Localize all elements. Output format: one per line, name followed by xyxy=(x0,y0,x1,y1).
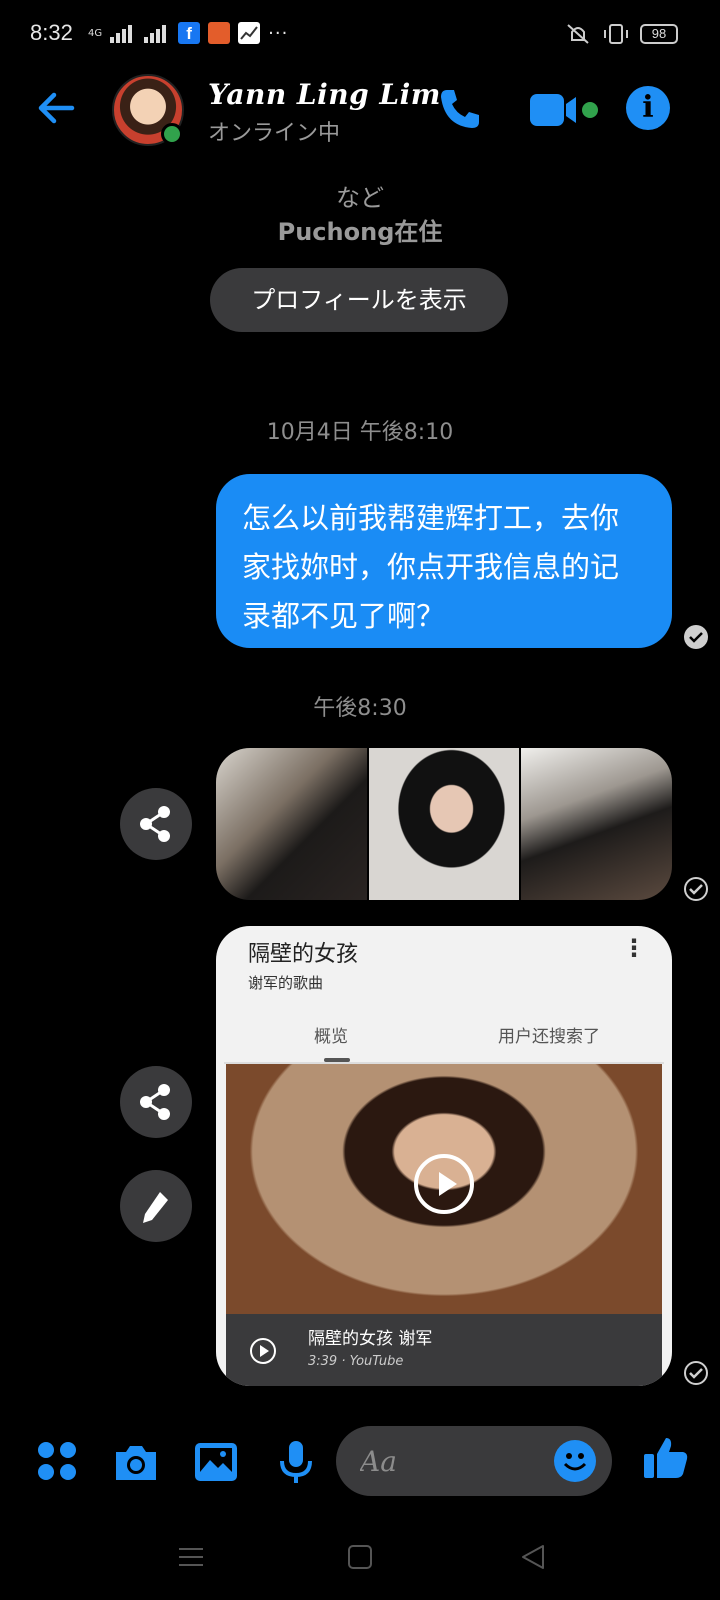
mute-icon xyxy=(567,24,589,44)
pencil-icon xyxy=(143,1192,168,1223)
gallery-button[interactable] xyxy=(192,1438,240,1486)
four-dots-icon xyxy=(38,1442,76,1480)
voice-message-button[interactable] xyxy=(272,1438,320,1486)
share-icon xyxy=(140,806,170,842)
phone-icon xyxy=(441,90,479,128)
share-button[interactable] xyxy=(120,788,192,860)
shared-image[interactable] xyxy=(368,748,520,900)
seen-check-icon xyxy=(684,877,708,901)
camera-icon xyxy=(116,1446,156,1480)
seen-check-icon xyxy=(684,1361,708,1385)
app-notification-icon xyxy=(208,22,231,44)
shared-image[interactable] xyxy=(521,748,672,900)
info-icon: i xyxy=(642,90,654,125)
shared-image-group[interactable] xyxy=(216,748,672,900)
voice-call-button[interactable] xyxy=(437,86,483,132)
emoji-button[interactable] xyxy=(554,1440,596,1482)
back-nav-icon[interactable] xyxy=(518,1542,548,1572)
share-icon xyxy=(140,1084,170,1120)
video-meta: 3:39 · YouTube xyxy=(308,1354,404,1369)
view-profile-button[interactable]: プロフィールを表示 xyxy=(210,268,508,332)
video-title: 隔壁的女孩 谢军 xyxy=(308,1329,433,1349)
timestamp: 午後8:30 xyxy=(313,696,407,721)
back-button[interactable] xyxy=(34,86,78,130)
outgoing-message-bubble[interactable]: 怎么以前我帮建辉打工，去你家找妳时，你点开我信息的记录都不见了啊？ xyxy=(216,474,672,648)
online-status-dot xyxy=(161,123,183,145)
image-icon xyxy=(195,1443,237,1481)
network-indicator: 4G xyxy=(88,27,103,39)
more-options-icon[interactable]: ⋮ xyxy=(622,934,646,962)
tab-related-searches[interactable]: 用户还搜索了 xyxy=(498,1022,600,1047)
card-subtitle: 谢军的歌曲 xyxy=(248,974,324,992)
video-camera-icon xyxy=(530,94,598,126)
more-notifications-icon: ··· xyxy=(268,22,289,44)
shared-image[interactable] xyxy=(216,748,367,900)
link-preview-card[interactable]: 隔壁的女孩 谢军的歌曲 ⋮ 概览 用户还搜索了 隔壁的女孩 谢军 3:39 · … xyxy=(216,926,672,1386)
edit-button[interactable] xyxy=(120,1170,192,1242)
profile-detail-line: など xyxy=(336,184,384,212)
contact-name[interactable]: Yann Ling Lim xyxy=(208,78,441,111)
recents-icon[interactable] xyxy=(176,1542,206,1572)
status-icons: 4G f ··· xyxy=(88,22,288,44)
video-footer[interactable]: 隔壁的女孩 谢军 3:39 · YouTube xyxy=(226,1314,662,1386)
signal-icon xyxy=(110,25,133,43)
status-right: 98 xyxy=(564,22,678,46)
tab-overview[interactable]: 概览 xyxy=(314,1022,348,1047)
status-time: 8:32 xyxy=(30,20,73,45)
facebook-notification-icon: f xyxy=(178,22,201,44)
signal-icon-2 xyxy=(144,25,167,43)
back-arrow-icon xyxy=(38,92,75,124)
card-title: 隔壁的女孩 xyxy=(248,942,359,967)
home-icon[interactable] xyxy=(345,1542,375,1572)
thumbs-up-icon xyxy=(644,1438,688,1478)
smiley-icon xyxy=(563,1453,587,1471)
video-call-button[interactable] xyxy=(530,90,602,130)
presence-status: オンライン中 xyxy=(208,121,341,146)
message-input-container[interactable] xyxy=(336,1426,612,1496)
play-circle-icon xyxy=(250,1338,276,1364)
vibrate-icon xyxy=(604,24,628,44)
camera-button[interactable] xyxy=(112,1438,160,1486)
like-button[interactable] xyxy=(642,1434,690,1482)
info-button[interactable]: i xyxy=(626,86,670,130)
microphone-icon xyxy=(280,1441,312,1483)
seen-check-icon xyxy=(684,625,708,649)
share-button[interactable] xyxy=(120,1066,192,1138)
play-icon[interactable] xyxy=(414,1154,474,1214)
battery-indicator: 98 xyxy=(640,24,678,44)
profile-location: Puchong在住 xyxy=(277,218,443,246)
chart-notification-icon xyxy=(238,22,261,44)
apps-button[interactable] xyxy=(34,1438,82,1486)
timestamp: 10月4日 午後8:10 xyxy=(266,420,454,445)
message-input[interactable] xyxy=(360,1440,530,1482)
